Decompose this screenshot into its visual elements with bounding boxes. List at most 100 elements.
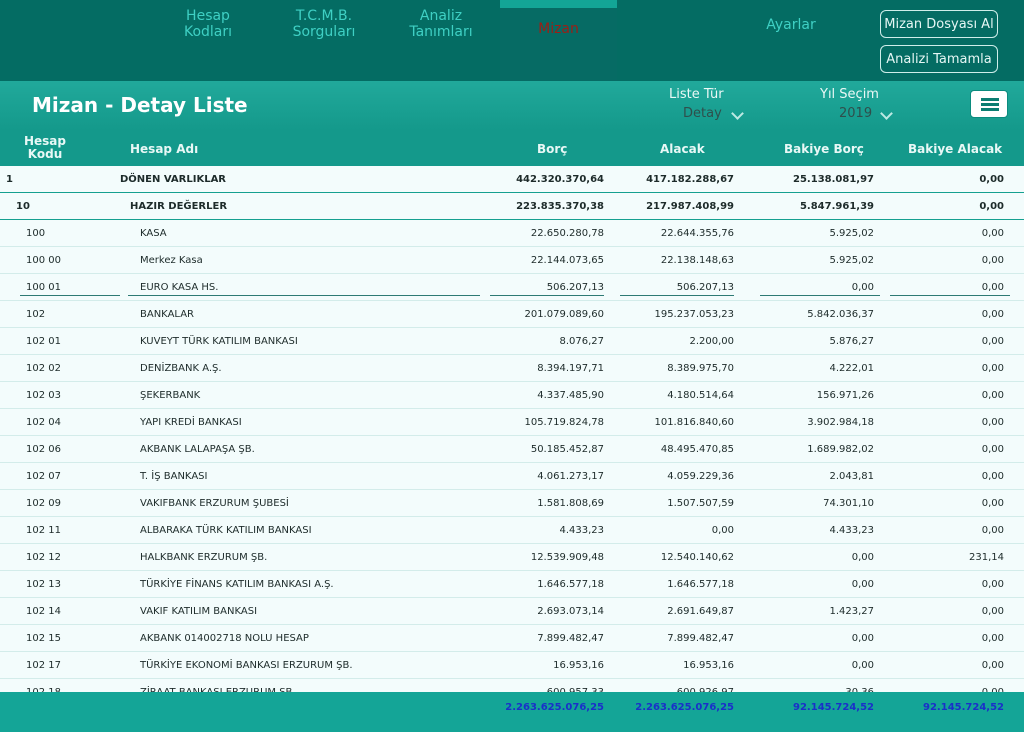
- col-hesap-adi[interactable]: Hesap Adı: [130, 142, 198, 156]
- cell-alacak: 4.180.514,64: [667, 390, 734, 401]
- cell-hesap-adi: AKBANK 014002718 NOLU HESAP: [140, 633, 309, 644]
- table-row[interactable]: 1 DÖNEN VARLIKLAR 442.320.370,64 417.182.28…: [0, 166, 1024, 193]
- cell-borc: 223.835.370,38: [516, 201, 604, 212]
- menu-button[interactable]: [970, 90, 1008, 118]
- cell-borc: 16.953,16: [553, 660, 604, 671]
- nav-label: T.C.M.B. Sorguları: [292, 8, 356, 40]
- liste-tur-select[interactable]: Detay: [680, 81, 750, 130]
- cell-alacak: 217.987.408,99: [646, 201, 734, 212]
- cell-borc: 4.433,23: [559, 525, 604, 536]
- cell-hesap-kodu: 102 06: [26, 444, 61, 455]
- table-row[interactable]: 102 13 TÜRKİYE FİNANS KATILIM BANKASI A.Ş…: [0, 571, 1024, 598]
- table-row[interactable]: 102 11 ALBARAKA TÜRK KATILIM BANKASI 4.433…: [0, 517, 1024, 544]
- cell-alacak: 22.644.355,76: [660, 228, 734, 239]
- total-alacak: 2.263.625.076,25: [635, 702, 734, 713]
- cell-borc: 8.394.197,71: [537, 363, 604, 374]
- cell-hesap-adi: Merkez Kasa: [140, 255, 203, 266]
- cell-alacak: 417.182.288,67: [646, 174, 734, 185]
- table-row[interactable]: 102 15 AKBANK 014002718 NOLU HESAP 7.899.4…: [0, 625, 1024, 652]
- cell-hesap-adi: TÜRKİYE EKONOMİ BANKASI ERZURUM ŞB.: [140, 660, 353, 671]
- table-row[interactable]: 100 KASA 22.650.280,78 22.644.355,76 5.925,0…: [0, 220, 1024, 247]
- table-header: Hesap Kodu Hesap Adı Borç Alacak Bakiye …: [0, 130, 1024, 166]
- cell-bakiye-borc: 0,00: [851, 633, 874, 644]
- cell-bakiye-alacak: 0,00: [981, 336, 1004, 347]
- cell-hesap-adi: HALKBANK ERZURUM ŞB.: [140, 552, 268, 563]
- cell-bakiye-borc: 2.043,81: [829, 471, 874, 482]
- row-edit-underline: [890, 295, 1010, 296]
- mizan-dosyasi-al-button[interactable]: Mizan Dosyası Al: [880, 10, 998, 38]
- nav-mizan[interactable]: Mizan: [500, 0, 617, 81]
- cell-alacak: 1.646.577,18: [667, 579, 734, 590]
- table-row[interactable]: 102 03 ŞEKERBANK 4.337.485,90 4.180.514,64 1…: [0, 382, 1024, 409]
- table-row[interactable]: 100 00 Merkez Kasa 22.144.073,65 22.138.148…: [0, 247, 1024, 274]
- cell-borc: 12.539.909,48: [530, 552, 604, 563]
- table-row[interactable]: 102 04 YAPI KREDİ BANKASI 105.719.824,78 10…: [0, 409, 1024, 436]
- cell-hesap-kodu: 10: [16, 201, 30, 212]
- cell-hesap-kodu: 100: [26, 228, 46, 239]
- cell-hesap-kodu: 102 01: [26, 336, 61, 347]
- cell-hesap-adi: DENİZBANK A.Ş.: [140, 363, 222, 374]
- col-alacak[interactable]: Alacak: [660, 142, 705, 156]
- analizi-tamamla-button[interactable]: Analizi Tamamla: [880, 45, 998, 73]
- cell-bakiye-alacak: 0,00: [981, 471, 1004, 482]
- table-row[interactable]: 102 01 KUVEYT TÜRK KATILIM BANKASI 8.076,2…: [0, 328, 1024, 355]
- cell-bakiye-alacak: 0,00: [981, 255, 1004, 266]
- col-bakiye-borc[interactable]: Bakiye Borç: [784, 142, 864, 156]
- col-borc[interactable]: Borç: [537, 142, 567, 156]
- cell-bakiye-alacak: 0,00: [981, 444, 1004, 455]
- hamburger-menu-icon: [981, 98, 999, 101]
- table-row[interactable]: 102 07 T. İŞ BANKASI 4.061.273,17 4.059.229…: [0, 463, 1024, 490]
- cell-bakiye-borc: 0,00: [851, 579, 874, 590]
- nav-hesap-kodlari[interactable]: Hesap Kodları: [170, 8, 246, 40]
- cell-borc: 442.320.370,64: [516, 174, 604, 185]
- cell-alacak: 101.816.840,60: [654, 417, 734, 428]
- cell-borc: 4.337.485,90: [537, 390, 604, 401]
- table-row[interactable]: 10 HAZIR DEĞERLER 223.835.370,38 217.987.40…: [0, 193, 1024, 220]
- nav-ayarlar[interactable]: Ayarlar: [760, 17, 822, 33]
- yil-secim-select[interactable]: 2019: [836, 81, 896, 130]
- cell-bakiye-alacak: 0,00: [981, 309, 1004, 320]
- cell-hesap-adi: VAKIFBANK ERZURUM ŞUBESİ: [140, 498, 289, 509]
- cell-hesap-kodu: 102 14: [26, 606, 61, 617]
- cell-alacak: 16.953,16: [683, 660, 734, 671]
- nav-label: Analiz Tanımları: [409, 8, 473, 40]
- table-row[interactable]: 102 BANKALAR 201.079.089,60 195.237.053,23 5…: [0, 301, 1024, 328]
- col-hesap-kodu[interactable]: Hesap Kodu: [20, 135, 70, 161]
- cell-bakiye-alacak: 0,00: [981, 525, 1004, 536]
- cell-alacak: 48.495.470,85: [660, 444, 734, 455]
- cell-hesap-adi: YAPI KREDİ BANKASI: [140, 417, 242, 428]
- cell-hesap-kodu: 102 02: [26, 363, 61, 374]
- title-bar: Mizan - Detay Liste Liste Tür Detay Yıl …: [0, 81, 1024, 130]
- cell-borc: 1.646.577,18: [537, 579, 604, 590]
- table-row[interactable]: 102 12 HALKBANK ERZURUM ŞB. 12.539.909,48 1…: [0, 544, 1024, 571]
- cell-alacak: 506.207,13: [676, 282, 734, 293]
- cell-hesap-adi: KUVEYT TÜRK KATILIM BANKASI: [140, 336, 298, 347]
- row-edit-underline: [20, 295, 120, 296]
- cell-hesap-kodu: 102 12: [26, 552, 61, 563]
- nav-tcmb-sorgulari[interactable]: T.C.M.B. Sorguları: [284, 8, 364, 40]
- cell-borc: 7.899.482,47: [537, 633, 604, 644]
- cell-hesap-kodu: 102: [26, 309, 46, 320]
- cell-alacak: 2.691.649,87: [667, 606, 734, 617]
- nav-label: Mizan: [538, 21, 579, 37]
- table-row[interactable]: 102 02 DENİZBANK A.Ş. 8.394.197,71 8.389.97…: [0, 355, 1024, 382]
- page-title: Mizan - Detay Liste: [32, 93, 248, 117]
- table-row[interactable]: 100 01 EURO KASA HS. 506.207,13 506.207,13 0…: [0, 274, 1024, 301]
- table-row[interactable]: 102 17 TÜRKİYE EKONOMİ BANKASI ERZURUM ŞB…: [0, 652, 1024, 679]
- table-row[interactable]: 102 09 VAKIFBANK ERZURUM ŞUBESİ 1.581.808,…: [0, 490, 1024, 517]
- cell-bakiye-borc: 4.433,23: [829, 525, 874, 536]
- mizan-table-body: 1 DÖNEN VARLIKLAR 442.320.370,64 417.182.28…: [0, 166, 1024, 706]
- nav-analiz-tanimlari[interactable]: Analiz Tanımları: [400, 8, 482, 40]
- cell-borc: 105.719.824,78: [524, 417, 604, 428]
- table-row[interactable]: 102 14 VAKIF KATILIM BANKASI 2.693.073,14 2…: [0, 598, 1024, 625]
- cell-hesap-kodu: 102 11: [26, 525, 61, 536]
- cell-bakiye-alacak: 0,00: [979, 201, 1004, 212]
- table-row[interactable]: 102 06 AKBANK LALAPAŞA ŞB. 50.185.452,87 48…: [0, 436, 1024, 463]
- col-bakiye-alacak[interactable]: Bakiye Alacak: [908, 142, 1002, 156]
- cell-hesap-adi: ALBARAKA TÜRK KATILIM BANKASI: [140, 525, 312, 536]
- row-edit-underline: [490, 295, 604, 296]
- cell-borc: 22.144.073,65: [530, 255, 604, 266]
- cell-alacak: 1.507.507,59: [667, 498, 734, 509]
- cell-bakiye-borc: 5.876,27: [829, 336, 874, 347]
- cell-bakiye-borc: 156.971,26: [816, 390, 874, 401]
